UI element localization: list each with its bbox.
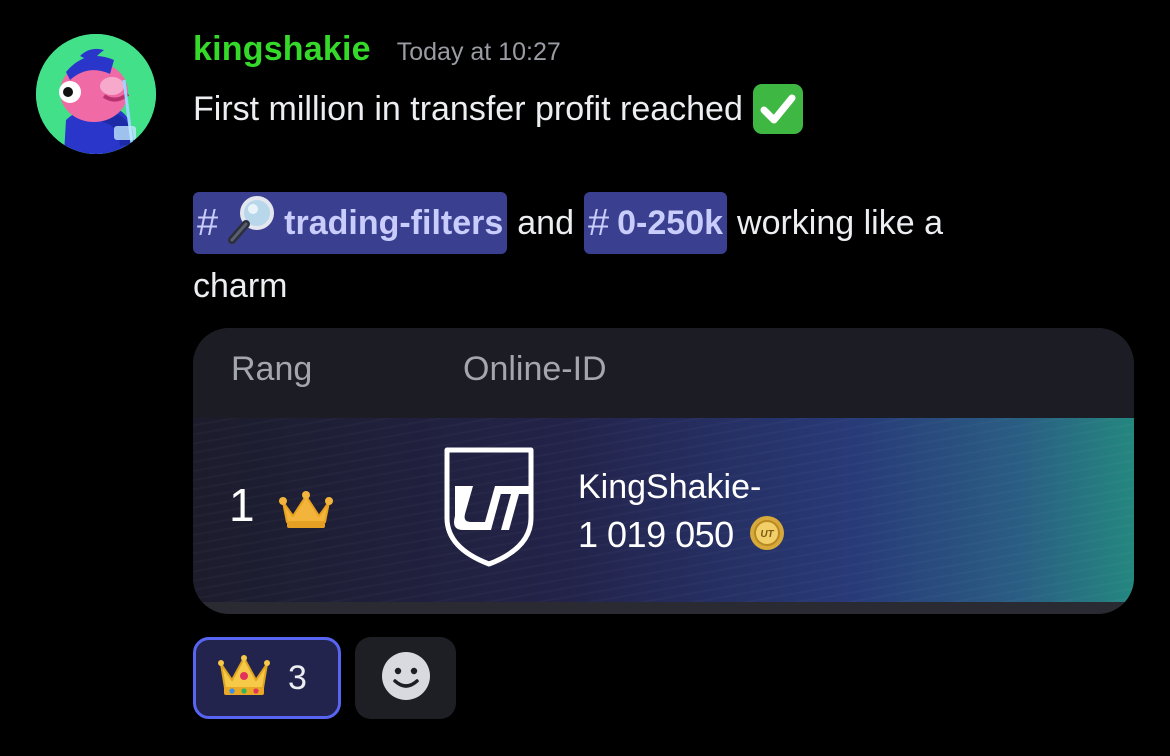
player-online-id: KingShakie- (578, 468, 762, 506)
crown-emoji-icon (218, 654, 270, 702)
ut-badge-icon (441, 444, 537, 574)
channel-mention-0-250k[interactable]: # 0-250k (584, 192, 728, 254)
coin-icon: UT (748, 514, 786, 556)
add-reaction-button[interactable] (355, 637, 456, 719)
trailing-text: working like a (737, 203, 943, 242)
connector-text: and (517, 203, 574, 242)
online-id-column-header: Online-ID (463, 350, 607, 388)
username[interactable]: kingshakie (193, 30, 371, 69)
message-header: kingshakie Today at 10:27 (193, 30, 561, 74)
smiley-icon (380, 650, 432, 706)
chat-message: kingshakie Today at 10:27 First million … (0, 0, 1170, 756)
channel-hash-icon: # (588, 201, 610, 244)
leaderboard-header: Rang Online-ID (193, 328, 1134, 418)
user-avatar[interactable] (36, 34, 156, 154)
channel-mention-label: 0-250k (617, 203, 724, 242)
magnifier-icon (226, 192, 280, 255)
message-line-3: charm (193, 262, 287, 310)
profit-line: 1 019 050 UT (578, 514, 786, 556)
channel-mention-label: trading-filters (284, 203, 504, 242)
leaderboard-divider (193, 602, 1134, 614)
channel-hash-icon: # (197, 201, 219, 244)
reaction-crown[interactable]: 3 (193, 637, 341, 719)
leaderboard-row: 1 KingShakie- 1 019 050 UT (193, 418, 1134, 602)
rank-column-header: Rang (231, 350, 313, 388)
leaderboard-image[interactable]: Rang Online-ID 1 KingShakie- 1 019 050 U… (193, 328, 1134, 614)
message-text-continued: charm (193, 266, 288, 305)
svg-text:UT: UT (760, 529, 774, 540)
message-timestamp[interactable]: Today at 10:27 (397, 38, 561, 67)
message-line-1: First million in transfer profit reached (193, 84, 803, 134)
message-text: First million in transfer profit reached (193, 89, 743, 128)
message-line-2: # trading-filters and # 0-250k working l… (193, 192, 953, 254)
reaction-count: 3 (288, 658, 307, 697)
crown-icon (279, 490, 333, 534)
check-mark-icon (752, 84, 803, 134)
channel-mention-trading-filters[interactable]: # trading-filters (193, 192, 508, 255)
rank-number: 1 (229, 479, 255, 531)
avatar-character-icon (36, 34, 156, 154)
profit-value: 1 019 050 (578, 514, 734, 555)
